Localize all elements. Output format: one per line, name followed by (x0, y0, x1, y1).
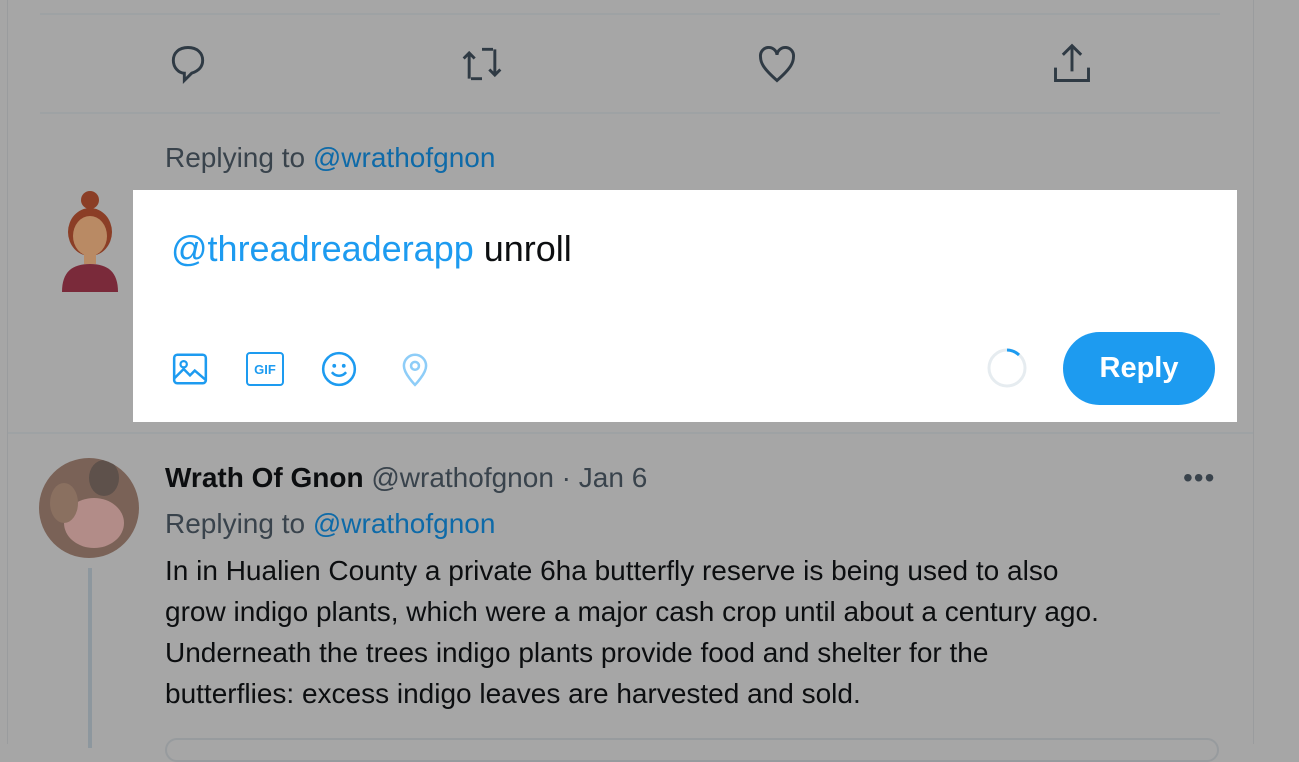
mention: @threadreaderapp (171, 228, 474, 269)
reply-input[interactable]: @threadreaderapp unroll (171, 228, 572, 270)
user-avatar[interactable] (58, 188, 122, 292)
gif-label: GIF (254, 361, 276, 377)
replying-handle-link[interactable]: @wrathofgnon (313, 142, 496, 173)
author-name[interactable]: Wrath Of Gnon (165, 462, 364, 493)
author-handle[interactable]: @wrathofgnon (371, 462, 554, 493)
tweet-header: Wrath Of Gnon @wrathofgnon · Jan 6 (165, 462, 647, 494)
column-border-right (1253, 0, 1254, 744)
location-icon[interactable] (396, 350, 434, 388)
divider (8, 432, 1253, 434)
more-options-icon[interactable]: ••• (1183, 462, 1215, 494)
reply-icon[interactable] (166, 42, 210, 86)
retweet-icon[interactable] (460, 42, 504, 86)
like-icon[interactable] (755, 42, 799, 86)
divider (40, 112, 1220, 114)
replying-label: Replying to (165, 508, 306, 539)
reply-button[interactable]: Reply (1063, 332, 1215, 405)
image-icon[interactable] (171, 350, 209, 388)
tweet-body: In in Hualien County a private 6ha butte… (165, 550, 1099, 714)
divider (40, 13, 1220, 15)
character-count-progress (987, 348, 1027, 388)
separator: · (553, 462, 579, 493)
tweet-text-line: In in Hualien County a private 6ha butte… (165, 555, 1059, 586)
reply-text: unroll (473, 228, 572, 269)
tweet-text-line: butterflies: excess indigo leaves are ha… (165, 678, 861, 709)
reply-button-label: Reply (1099, 352, 1179, 384)
tweet-date[interactable]: Jan 6 (579, 462, 648, 493)
share-icon[interactable] (1050, 42, 1094, 86)
thread-line (88, 568, 92, 748)
media-card[interactable] (165, 738, 1219, 762)
gif-icon[interactable]: GIF (246, 352, 284, 386)
emoji-icon[interactable] (320, 350, 358, 388)
replying-handle-link[interactable]: @wrathofgnon (313, 508, 496, 539)
tweet-text-line: Underneath the trees indigo plants provi… (165, 637, 989, 668)
replying-label: Replying to (165, 142, 306, 173)
tweet-author-avatar[interactable] (39, 458, 139, 558)
tweet-replying-to: Replying to @wrathofgnon (165, 508, 495, 540)
replying-to: Replying to @wrathofgnon (165, 142, 495, 174)
tweet-text-line: grow indigo plants, which were a major c… (165, 596, 1099, 627)
column-border-left (7, 0, 8, 744)
